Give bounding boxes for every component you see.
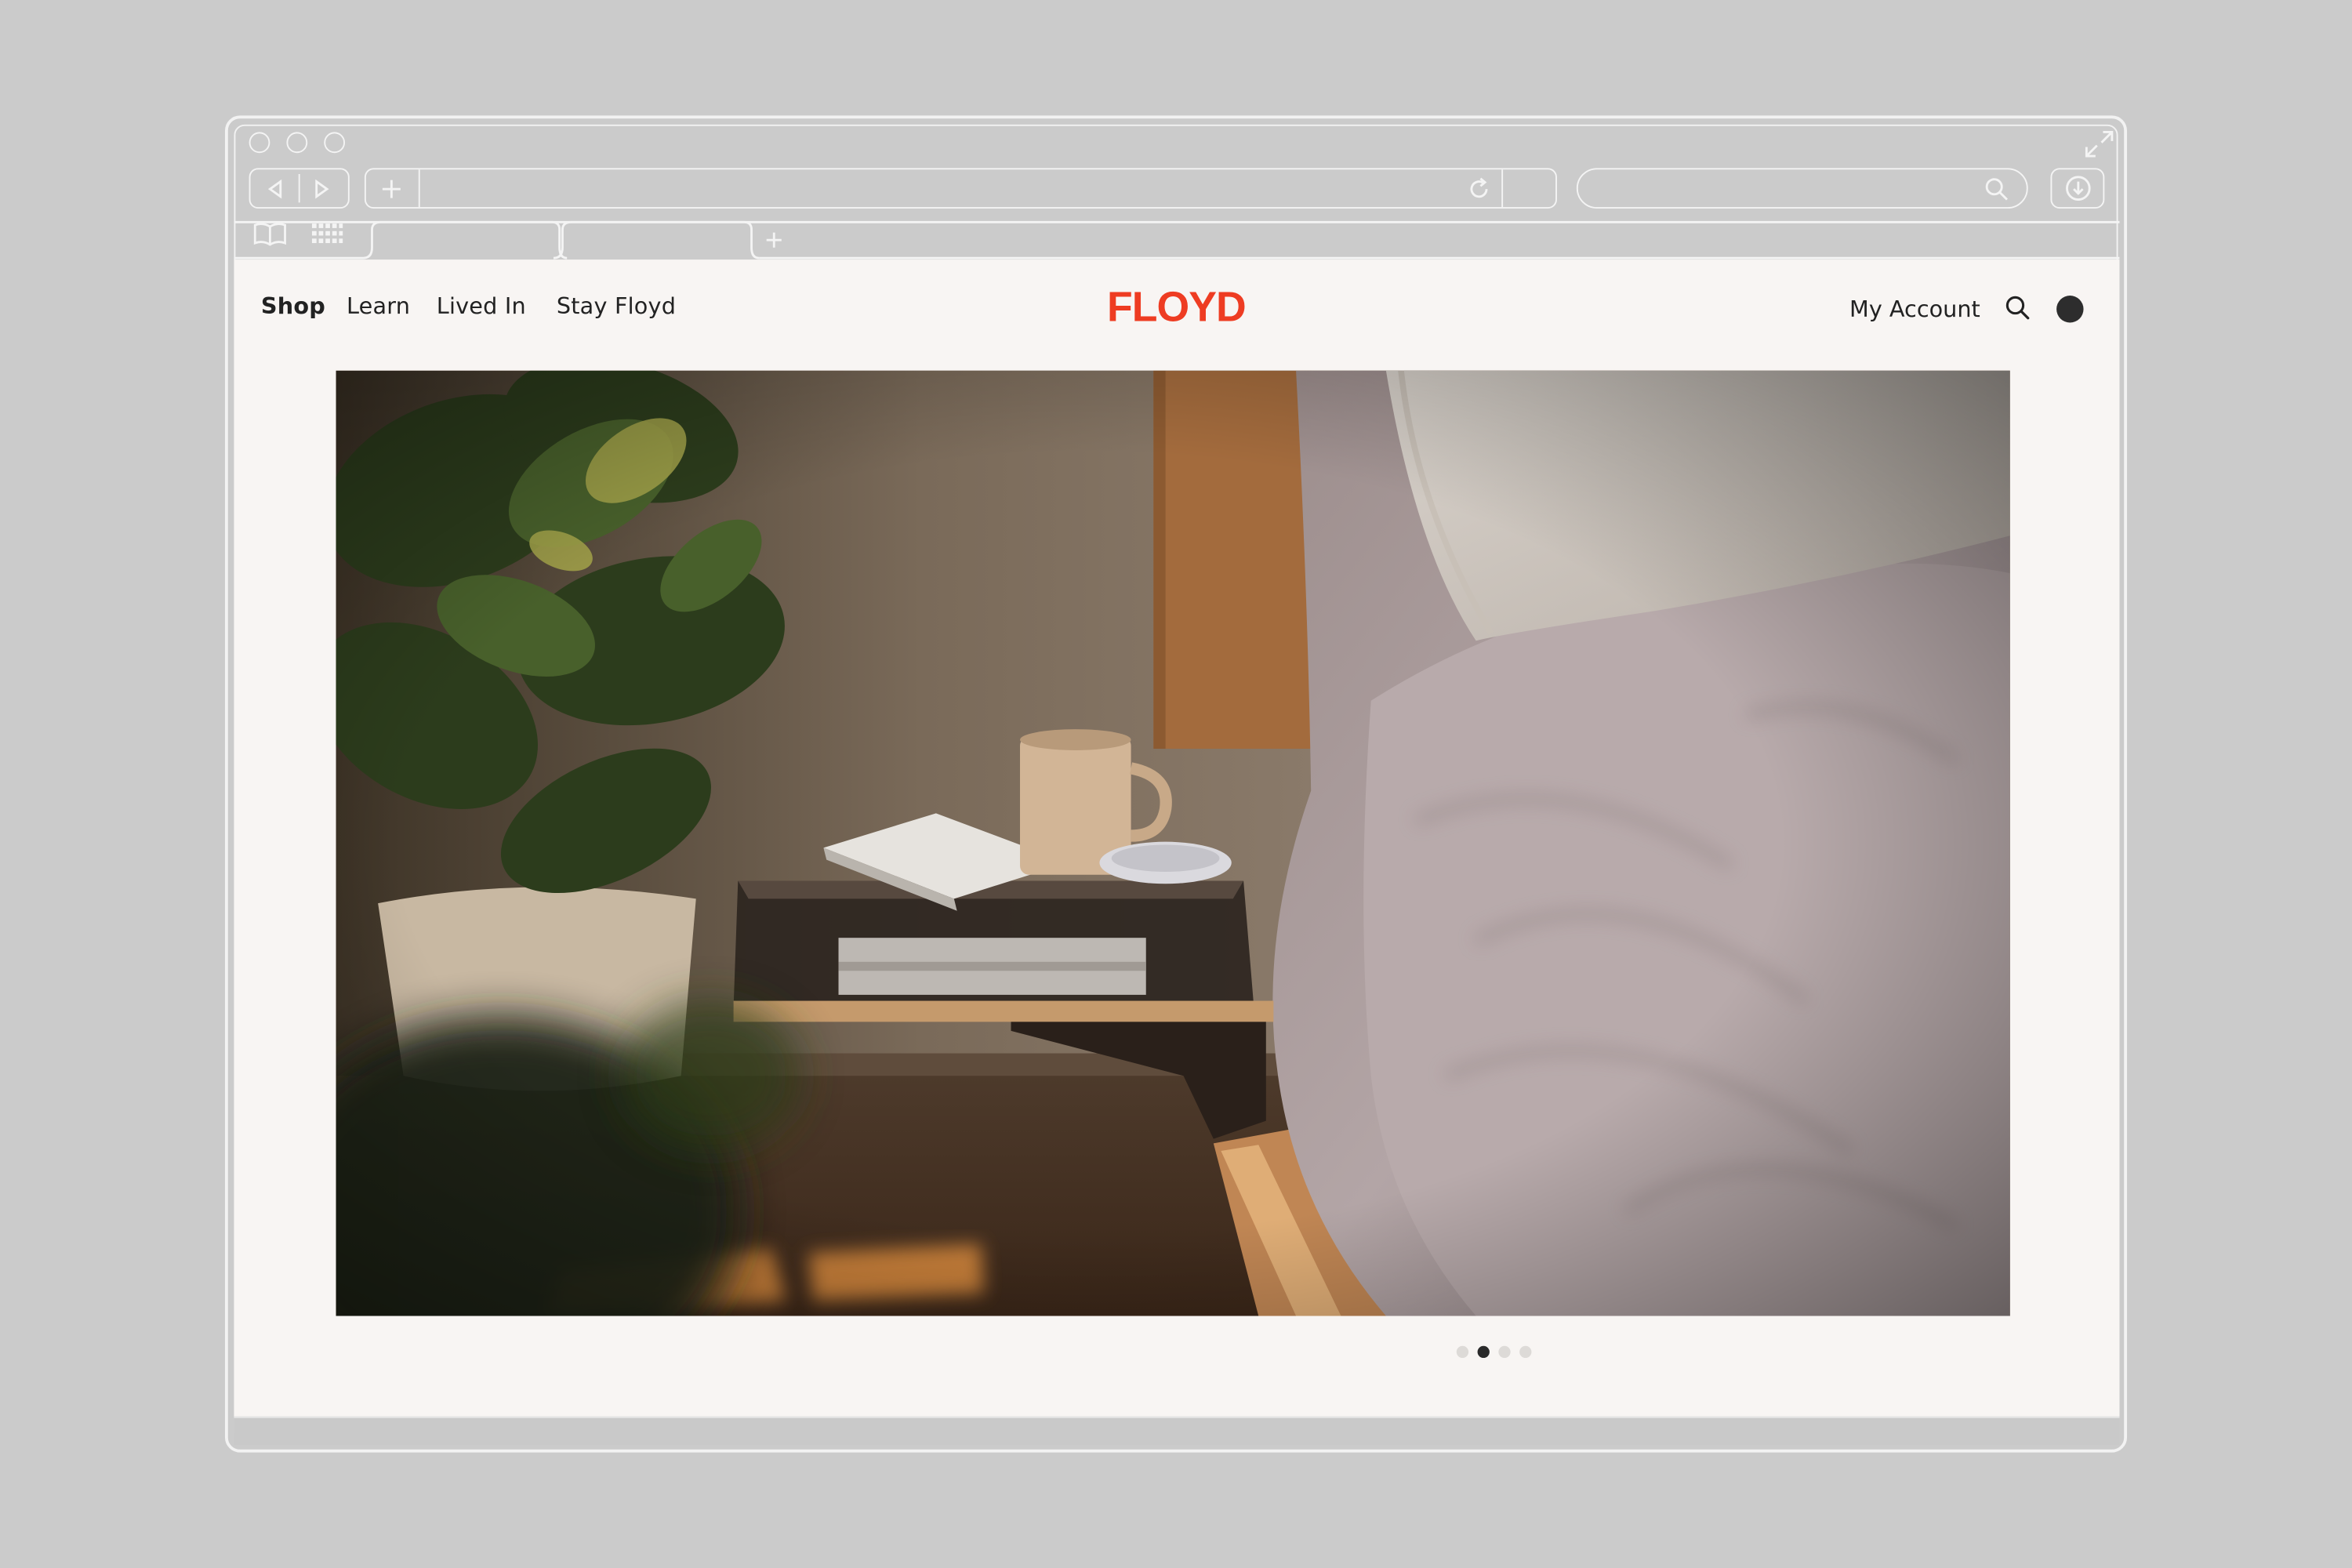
add-tab-icon[interactable] <box>764 230 785 251</box>
search-icon[interactable] <box>1983 176 2009 202</box>
fullscreen-icon[interactable] <box>2084 129 2117 159</box>
tab-1[interactable] <box>372 223 554 256</box>
address-bar-divider-right <box>1501 169 1504 208</box>
new-tab-icon[interactable] <box>378 176 405 202</box>
reload-icon[interactable] <box>1465 176 1492 202</box>
nav-stay-floyd[interactable]: Stay Floyd <box>557 292 676 319</box>
carousel-dot-3[interactable] <box>1498 1345 1511 1359</box>
minimize-window-button[interactable] <box>286 132 308 154</box>
carousel-dot-4[interactable] <box>1519 1345 1532 1359</box>
site-search-icon[interactable] <box>2004 294 2031 321</box>
browser-search-field[interactable] <box>1576 168 2028 209</box>
cart-icon[interactable] <box>2056 296 2084 323</box>
nav-shop[interactable]: Shop <box>261 292 325 319</box>
floyd-logo[interactable]: FLOYD <box>1107 284 1247 332</box>
zoom-window-button[interactable] <box>324 132 346 154</box>
back-forward-divider <box>298 174 300 203</box>
download-icon <box>2066 176 2091 201</box>
hero-scene <box>336 370 2010 1316</box>
close-window-button[interactable] <box>249 132 270 154</box>
back-icon[interactable] <box>264 177 289 201</box>
hero-image <box>336 370 2010 1316</box>
my-account-link[interactable]: My Account <box>1849 296 1980 322</box>
nav-lived-in[interactable]: Lived In <box>437 292 526 319</box>
nav-learn[interactable]: Learn <box>347 292 410 319</box>
tab-2[interactable] <box>562 223 748 256</box>
address-bar-divider-left <box>418 169 420 208</box>
carousel-dot-1[interactable] <box>1456 1345 1469 1359</box>
browser-status-bar <box>234 1416 2120 1446</box>
address-bar[interactable] <box>364 168 1557 209</box>
forward-icon[interactable] <box>309 177 333 201</box>
carousel-dot-2[interactable] <box>1477 1345 1490 1359</box>
